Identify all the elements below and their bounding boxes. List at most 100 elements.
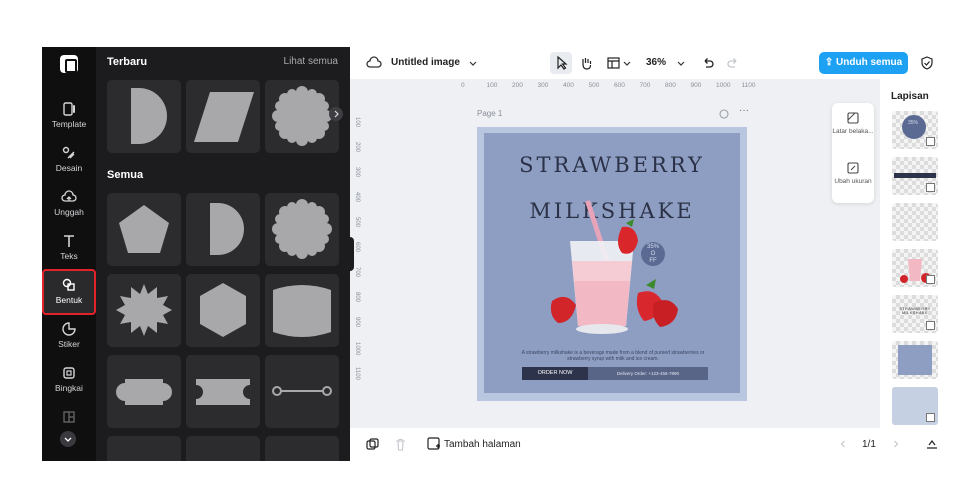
resize-label[interactable]: Ubah ukuran <box>832 178 874 185</box>
rail-item-text[interactable]: Teks <box>44 227 94 269</box>
layer-item-title[interactable]: STRAWBERRY MILKSHAKE <box>892 295 938 333</box>
poster-design[interactable]: STRAWBERRY MILKSHAKE 35% O FF A strawber… <box>484 133 740 393</box>
undo-icon[interactable] <box>700 55 716 71</box>
floating-tools: Latar belaka... Ubah ukuran <box>832 103 874 203</box>
page-label: Page 1 <box>477 109 503 118</box>
cloud-save-icon[interactable] <box>366 56 382 70</box>
layer-item-bar[interactable] <box>892 157 938 195</box>
rail-item-shapes[interactable]: Bentuk <box>42 269 96 315</box>
layers-panel: Lapisan 35% STRAWBERRY MILKSHAKE <box>880 79 968 428</box>
wavy-rectangle-shape <box>273 285 331 337</box>
horizontal-ruler: 0 100 200 300 400 500 600 700 800 900 1000 1100 <box>461 82 767 94</box>
resize-icon[interactable] <box>847 162 859 174</box>
add-page-button[interactable]: Tambah halaman <box>444 439 521 450</box>
shape-tile-tag[interactable] <box>107 355 181 428</box>
zoom-level[interactable]: 36% <box>646 57 666 68</box>
shape-tile-ticket[interactable] <box>186 355 260 428</box>
trash-icon[interactable] <box>394 438 407 451</box>
rail-label-frame: Bingkai <box>55 383 83 393</box>
chevron-right-icon <box>334 110 339 118</box>
ruler-tick-label: 300 <box>354 167 360 178</box>
layer-item-milkshake[interactable] <box>892 249 938 287</box>
poster-title-line1[interactable]: STRAWBERRY <box>484 153 740 177</box>
half-circle-shape <box>131 88 167 144</box>
chevron-down-icon[interactable] <box>622 58 632 68</box>
hexagon-shape <box>200 283 246 337</box>
background-icon[interactable] <box>847 112 859 124</box>
poster-description[interactable]: A strawberry milkshake is a beverage mad… <box>518 350 708 362</box>
shape-tile-partial-1[interactable] <box>107 436 181 461</box>
ruler-tick-label: 1100 <box>354 367 360 380</box>
canvas-page[interactable]: STRAWBERRY MILKSHAKE 35% O FF A strawber… <box>477 127 747 401</box>
chevron-down-icon[interactable] <box>676 58 686 68</box>
layer-thumb-rectangle <box>898 345 932 375</box>
panel-collapse-handle[interactable] <box>346 237 354 271</box>
chevron-right-icon[interactable] <box>890 438 902 450</box>
shape-tile-starburst[interactable] <box>107 274 181 347</box>
shape-tile-line-connector[interactable] <box>265 355 339 428</box>
shape-tile-half-circle-2[interactable] <box>186 193 260 266</box>
layer-item-rectangle[interactable] <box>892 341 938 379</box>
refresh-icon[interactable] <box>718 108 730 120</box>
shape-tile-hexagon[interactable] <box>186 274 260 347</box>
delivery-phone[interactable]: Delivery Order: +123-456-7890 <box>588 367 708 380</box>
redo-icon[interactable] <box>725 55 741 71</box>
top-toolbar: Untitled image 36% ⇪ Unduh semua <box>350 47 968 79</box>
rail-item-design[interactable]: Desain <box>44 139 94 181</box>
upload-icon: ⇪ <box>824 57 837 68</box>
background-label[interactable]: Latar belaka... <box>832 128 874 135</box>
shape-tile-wavy-rectangle[interactable] <box>265 274 339 347</box>
rail-item-frame[interactable]: Bingkai <box>44 359 94 401</box>
shape-tile-partial-3[interactable] <box>265 436 339 461</box>
rail-item-sticker[interactable]: Stiker <box>44 315 94 357</box>
document-title[interactable]: Untitled image <box>391 57 460 68</box>
parallelogram-shape <box>194 92 254 142</box>
layer-item-text[interactable] <box>892 203 938 241</box>
layer-item-badge[interactable]: 35% <box>892 111 938 149</box>
shape-tile-scalloped-circle[interactable] <box>265 80 339 153</box>
copy-page-icon[interactable] <box>366 438 379 451</box>
shape-tile-parallelogram[interactable] <box>186 80 260 153</box>
chevron-left-icon[interactable] <box>837 438 849 450</box>
pentagon-shape <box>119 205 169 253</box>
ruler-tick-label: 100 <box>486 82 498 89</box>
rail-collapse-button[interactable] <box>60 431 76 447</box>
see-all-link[interactable]: Lihat semua <box>284 56 338 67</box>
shield-icon[interactable] <box>919 55 935 71</box>
ruler-tick-label: 600 <box>614 82 625 89</box>
scroll-right-button[interactable] <box>329 107 343 121</box>
layer-badge-text: 35% <box>908 120 919 126</box>
ruler-tick-label: 900 <box>690 82 702 89</box>
collapse-up-icon[interactable] <box>925 437 939 451</box>
ruler-tick-label: 400 <box>354 192 360 203</box>
layer-item-background[interactable] <box>892 387 938 425</box>
ruler-tick-label: 700 <box>639 82 651 89</box>
shape-tile-scalloped-circle-2[interactable] <box>265 193 339 266</box>
more-options-icon[interactable]: ··· <box>739 105 749 116</box>
add-page-icon[interactable] <box>427 437 441 451</box>
order-now-button[interactable]: ORDER NOW <box>522 367 588 380</box>
recent-section-title: Terbaru <box>107 56 148 68</box>
select-tool-button[interactable] <box>550 52 572 74</box>
chevron-down-icon[interactable] <box>468 58 478 68</box>
rail-item-template[interactable]: Template <box>44 95 94 137</box>
ruler-tick-label: 0 <box>461 82 465 89</box>
app-logo-icon[interactable] <box>60 55 78 73</box>
discount-badge[interactable] <box>639 240 667 268</box>
ruler-tick-label: 600 <box>354 242 360 253</box>
milkshake-image[interactable] <box>542 191 692 341</box>
line-connector-shape <box>272 386 332 396</box>
layout-icon[interactable] <box>606 55 622 71</box>
shape-tile-pentagon[interactable] <box>107 193 181 266</box>
download-all-button[interactable]: ⇪ Unduh semua <box>819 52 908 74</box>
shape-tile-partial-2[interactable] <box>186 436 260 461</box>
ruler-tick-label: 1100 <box>741 82 756 89</box>
rail-label-sticker: Stiker <box>58 339 80 349</box>
shape-tile-half-circle[interactable] <box>107 80 181 153</box>
hand-tool-icon[interactable] <box>578 55 594 71</box>
layer-image-icon <box>926 413 935 422</box>
rail-item-upload[interactable]: Unggah <box>44 183 94 225</box>
rail-label-upload: Unggah <box>54 207 84 217</box>
bottom-toolbar: Tambah halaman 1/1 <box>350 428 968 461</box>
scalloped-circle-shape <box>272 199 332 259</box>
